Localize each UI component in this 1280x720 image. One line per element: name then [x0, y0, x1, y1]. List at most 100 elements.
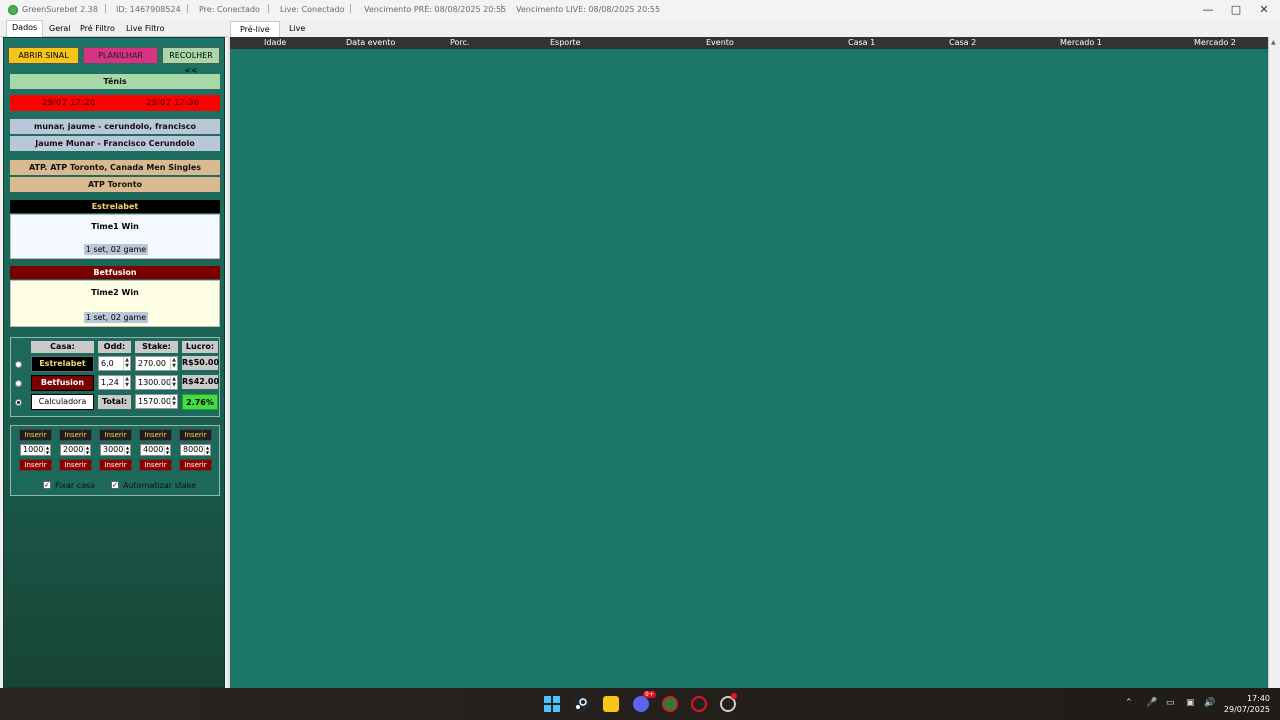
house2-market: Time2 Win — [91, 288, 139, 297]
house1-stake-input[interactable]: 270.00 ▲ ▼ — [135, 356, 178, 371]
stake-presets: Inserir Inserir Inserir Inserir Inserir … — [10, 425, 220, 496]
house2-card: Time2 Win 1 set, 02 game — [10, 280, 220, 327]
house2-stake-input[interactable]: 1300.00 ▲ ▼ — [135, 375, 178, 390]
clock-time: 17:40 — [1246, 694, 1270, 703]
left-tab-bar: Dados Geral Pré Filtro Live Filtro — [0, 20, 228, 37]
col-data-evento[interactable]: Data evento — [346, 38, 395, 47]
insert-button-top-2[interactable]: Inserir — [59, 429, 92, 441]
microphone-icon[interactable]: 🎤 — [1146, 698, 1157, 708]
insert-button-bottom-4[interactable]: Inserir — [139, 459, 172, 471]
house2-odd-value: 1,24 — [101, 378, 119, 387]
scroll-up-icon[interactable]: ▲ — [1271, 39, 1276, 46]
event-name-1: munar, jaume - cerundolo, francisco — [10, 119, 220, 134]
house2-header: Betfusion — [10, 266, 220, 279]
fixar-casa-checkbox[interactable]: ✓ — [43, 481, 51, 489]
insert-button-bottom-2[interactable]: Inserir — [59, 459, 92, 471]
steam-icon[interactable] — [573, 696, 589, 712]
house2-radio[interactable] — [15, 380, 22, 387]
tab-dados[interactable]: Dados — [6, 20, 44, 37]
spinner-icon[interactable]: ▲ ▼ — [123, 376, 130, 389]
tab-live-filtro[interactable]: Live Filtro — [121, 22, 170, 37]
house2-detail: 1 set, 02 game — [84, 312, 148, 323]
tray-chevron-icon[interactable]: ⌃ — [1125, 698, 1133, 708]
spinner-icon[interactable]: ▲ ▼ — [204, 445, 210, 455]
system-clock[interactable]: 17:40 29/07/2025 — [1224, 693, 1270, 715]
stake-preset-1[interactable]: 1000 ▲ ▼ — [20, 444, 51, 456]
house1-market: Time1 Win — [91, 222, 139, 231]
total-stake-input[interactable]: 1570.00 ▲ ▼ — [135, 394, 178, 409]
time-house2: 29/07 17:30 — [146, 98, 200, 107]
stake-preset-4[interactable]: 4000 ▲ ▼ — [140, 444, 171, 456]
greensurebet-taskbar-icon[interactable] — [662, 696, 678, 712]
total-stake-value: 1570.00 — [138, 397, 172, 406]
spinner-icon[interactable]: ▲ ▼ — [170, 376, 177, 389]
col-evento[interactable]: Evento — [706, 38, 734, 47]
insert-button-bottom-3[interactable]: Inserir — [99, 459, 132, 471]
stake-preset-5[interactable]: 8000 ▲ ▼ — [180, 444, 211, 456]
house1-odd-input[interactable]: 6,0 ▲ ▼ — [98, 356, 131, 371]
col-porc[interactable]: Porc. — [450, 38, 470, 47]
stake-preset-3[interactable]: 3000 ▲ ▼ — [100, 444, 131, 456]
volume-icon[interactable]: 🔊 — [1204, 698, 1215, 708]
vertical-scrollbar[interactable]: ▲ — [1268, 37, 1280, 688]
clock-date: 29/07/2025 — [1223, 705, 1270, 714]
spinner-icon[interactable]: ▲ ▼ — [170, 357, 177, 370]
title-separator: | — [267, 4, 271, 14]
minimize-button[interactable]: — — [1194, 2, 1222, 18]
col-esporte[interactable]: Esporte — [550, 38, 581, 47]
windows-start-icon[interactable] — [544, 696, 560, 712]
chatgpt-icon[interactable] — [720, 693, 737, 712]
spinner-icon[interactable]: ▲ ▼ — [170, 395, 177, 408]
spinner-icon[interactable]: ▲ ▼ — [124, 445, 130, 455]
event-times: 29/07 17:20 29/07 17:30 — [10, 95, 220, 111]
calculator-radio[interactable] — [15, 399, 22, 406]
tab-geral[interactable]: Geral — [44, 22, 76, 37]
house1-radio[interactable] — [15, 361, 22, 368]
user-id: ID: 1467908524 — [116, 5, 181, 14]
insert-button-bottom-5[interactable]: Inserir — [179, 459, 212, 471]
signal-panel: ABRIR SINAL PLANILHAR RECOLHER << Tênis … — [3, 37, 225, 688]
col-idade[interactable]: Idade — [264, 38, 286, 47]
stake-preset-2[interactable]: 2000 ▲ ▼ — [60, 444, 91, 456]
col-casa2[interactable]: Casa 2 — [949, 38, 976, 47]
fixar-casa-label: Fixar casa — [55, 481, 96, 490]
automatizar-stake-label: Automatizar stake — [123, 481, 197, 490]
abrir-sinal-button[interactable]: ABRIR SINAL — [8, 47, 79, 64]
display-icon[interactable]: ▭ — [1166, 698, 1175, 708]
house2-profit: R$42.00 — [182, 375, 219, 389]
house1-card: Time1 Win 1 set, 02 game — [10, 214, 220, 259]
tab-pre-filtro[interactable]: Pré Filtro — [75, 22, 120, 37]
close-button[interactable]: ✕ — [1250, 2, 1278, 18]
spinner-icon[interactable]: ▲ ▼ — [164, 445, 170, 455]
stake-preset-value: 4000 — [143, 445, 164, 454]
insert-button-top-3[interactable]: Inserir — [99, 429, 132, 441]
spinner-icon[interactable]: ▲ ▼ — [44, 445, 50, 455]
insert-button-bottom-1[interactable]: Inserir — [19, 459, 52, 471]
col-mercado2[interactable]: Mercado 2 — [1194, 38, 1236, 47]
insert-button-top-4[interactable]: Inserir — [139, 429, 172, 441]
discord-icon[interactable]: 9+ — [633, 691, 656, 712]
col-lucro: Lucro: — [182, 341, 218, 353]
time-house1: 29/07 17:20 — [42, 98, 96, 107]
opera-icon[interactable] — [691, 696, 707, 712]
insert-button-top-1[interactable]: Inserir — [19, 429, 52, 441]
house2-odd-input[interactable]: 1,24 ▲ ▼ — [98, 375, 131, 390]
maximize-button[interactable]: □ — [1222, 2, 1250, 18]
spinner-icon[interactable]: ▲ ▼ — [84, 445, 90, 455]
tab-live[interactable]: Live — [280, 21, 314, 37]
automatizar-stake-checkbox[interactable]: ✓ — [111, 481, 119, 489]
recolher-button[interactable]: RECOLHER << — [162, 47, 220, 75]
house1-header: Estrelabet — [10, 200, 220, 213]
col-mercado1[interactable]: Mercado 1 — [1060, 38, 1102, 47]
title-separator: | — [186, 4, 190, 14]
planilhar-button[interactable]: PLANILHAR — [83, 47, 158, 64]
tab-pre-live[interactable]: Pré-live — [230, 21, 280, 37]
house1-badge: Estrelabet — [31, 356, 94, 372]
spinner-icon[interactable]: ▲ ▼ — [123, 357, 130, 370]
file-explorer-icon[interactable] — [603, 696, 619, 712]
col-casa1[interactable]: Casa 1 — [848, 38, 875, 47]
live-expiry: Vencimento LIVE: 08/08/2025 20:55 — [516, 5, 661, 14]
network-icon[interactable]: ▣ — [1186, 698, 1195, 708]
insert-button-top-5[interactable]: Inserir — [179, 429, 212, 441]
stake-preset-value: 2000 — [63, 445, 84, 454]
